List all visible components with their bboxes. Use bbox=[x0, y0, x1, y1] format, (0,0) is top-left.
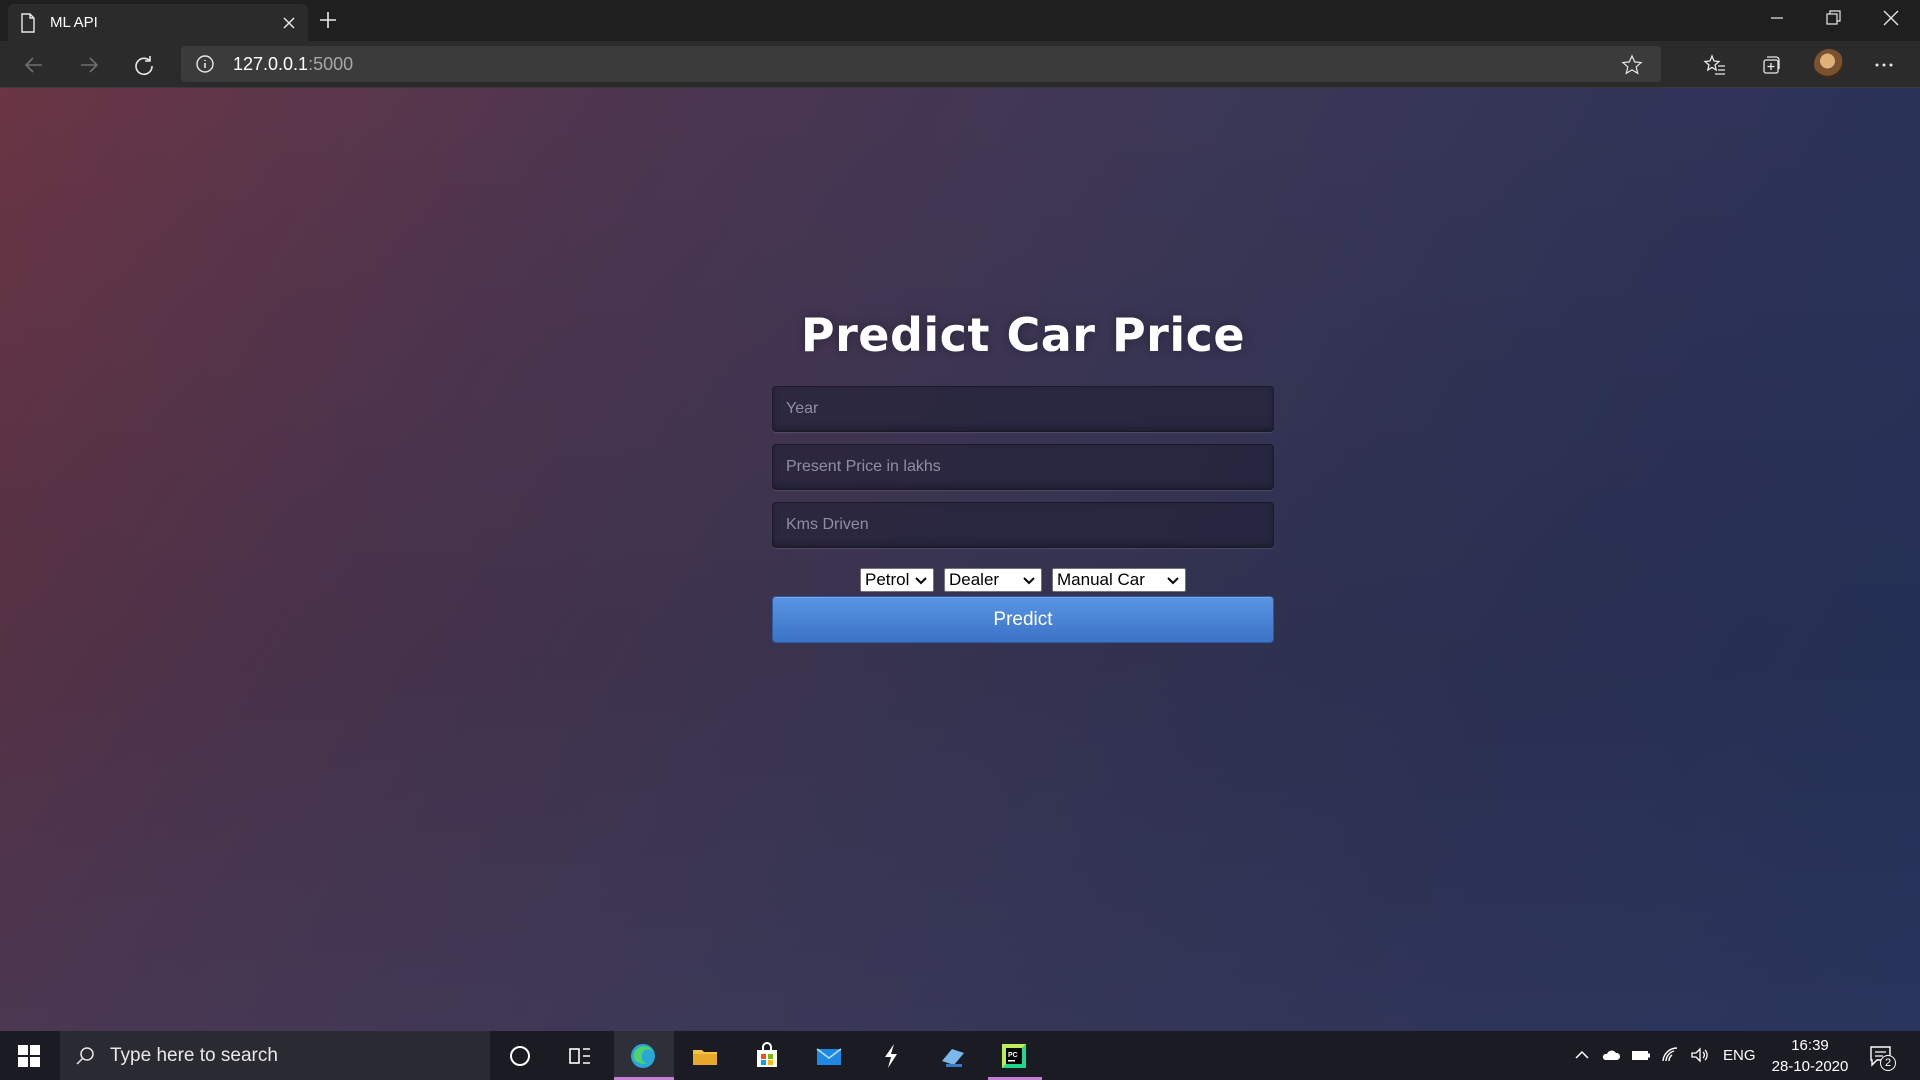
restore-icon[interactable] bbox=[1823, 8, 1843, 28]
fuel-type-value: Petrol bbox=[865, 570, 910, 589]
new-tab-icon[interactable] bbox=[318, 10, 338, 30]
kms-driven-input[interactable] bbox=[772, 502, 1274, 548]
chevron-down-icon bbox=[915, 577, 927, 585]
task-view-icon[interactable] bbox=[565, 1041, 595, 1071]
predict-button[interactable]: Predict bbox=[772, 596, 1274, 643]
more-menu-icon[interactable] bbox=[1872, 53, 1896, 77]
close-tab-icon[interactable] bbox=[282, 16, 296, 30]
info-icon[interactable] bbox=[195, 54, 215, 74]
edge-browser-icon[interactable] bbox=[628, 1041, 658, 1071]
profile-avatar[interactable] bbox=[1814, 49, 1844, 79]
page-title: Predict Car Price bbox=[800, 308, 1246, 362]
notification-count-badge: 2 bbox=[1880, 1055, 1896, 1071]
taskbar-search-placeholder: Type here to search bbox=[110, 1044, 278, 1066]
microsoft-store-icon[interactable] bbox=[752, 1041, 782, 1071]
taskbar: Type here to search PC ENG 16:39 28-10-2… bbox=[0, 1031, 1920, 1080]
seller-type-value: Dealer bbox=[949, 570, 1000, 589]
url-host: 127.0.0.1 bbox=[233, 53, 309, 74]
mail-icon[interactable] bbox=[814, 1041, 844, 1071]
edge-taskbar-slot[interactable] bbox=[614, 1031, 674, 1080]
url-port: :5000 bbox=[308, 53, 354, 74]
transmission-select[interactable]: Manual Car bbox=[1052, 568, 1186, 592]
onedrive-cloud-icon[interactable] bbox=[1601, 1045, 1621, 1065]
volume-icon[interactable] bbox=[1690, 1045, 1710, 1065]
wifi-icon[interactable] bbox=[1661, 1045, 1681, 1065]
taskbar-clock[interactable]: 16:39 28-10-2020 bbox=[1765, 1035, 1855, 1077]
document-icon bbox=[21, 12, 35, 33]
clock-date: 28-10-2020 bbox=[1771, 1058, 1849, 1075]
browser-tab-strip: ML API bbox=[0, 0, 1920, 41]
page-viewport: Predict Car Price Petrol Dealer Manual C… bbox=[0, 88, 1920, 1031]
favorites-icon[interactable] bbox=[1703, 53, 1727, 77]
minimize-icon[interactable] bbox=[1767, 8, 1787, 28]
clock-time: 16:39 bbox=[1791, 1037, 1829, 1054]
taskbar-search-box[interactable]: Type here to search bbox=[60, 1031, 490, 1080]
select-row: Petrol Dealer Manual Car bbox=[860, 568, 1186, 592]
address-bar[interactable]: 127.0.0.1 :5000 bbox=[181, 46, 1661, 82]
seller-type-select[interactable]: Dealer bbox=[944, 568, 1042, 592]
chevron-up-icon[interactable] bbox=[1572, 1045, 1592, 1065]
favorite-star-icon[interactable] bbox=[1621, 54, 1643, 76]
pycharm-icon[interactable]: PC bbox=[999, 1041, 1029, 1071]
collections-icon[interactable] bbox=[1759, 53, 1783, 77]
chevron-down-icon bbox=[1023, 577, 1035, 585]
close-window-icon[interactable] bbox=[1881, 8, 1901, 28]
svg-text:PC: PC bbox=[1008, 1052, 1018, 1059]
language-indicator[interactable]: ENG bbox=[1723, 1047, 1756, 1064]
predict-form: Predict Car Price Petrol Dealer Manual C… bbox=[772, 306, 1274, 643]
windows-start-icon[interactable] bbox=[18, 1045, 40, 1067]
address-bar-row: 127.0.0.1 :5000 bbox=[0, 41, 1920, 88]
chevron-down-icon bbox=[1167, 577, 1179, 585]
search-icon bbox=[76, 1046, 94, 1065]
present-price-input[interactable] bbox=[772, 444, 1274, 490]
fuel-type-select[interactable]: Petrol bbox=[860, 568, 934, 592]
remote-desktop-icon[interactable] bbox=[938, 1041, 968, 1071]
browser-tab[interactable]: ML API bbox=[8, 4, 308, 41]
pycharm-taskbar-slot[interactable]: PC bbox=[988, 1031, 1042, 1080]
app-bolt-icon[interactable] bbox=[876, 1041, 906, 1071]
back-icon[interactable] bbox=[22, 53, 46, 77]
cortana-icon[interactable] bbox=[505, 1041, 535, 1071]
tab-title: ML API bbox=[50, 14, 98, 31]
battery-icon[interactable] bbox=[1631, 1045, 1651, 1065]
year-input[interactable] bbox=[772, 386, 1274, 432]
forward-icon[interactable] bbox=[77, 53, 101, 77]
file-explorer-icon[interactable] bbox=[690, 1041, 720, 1071]
transmission-value: Manual Car bbox=[1057, 570, 1145, 589]
refresh-icon[interactable] bbox=[132, 53, 156, 77]
